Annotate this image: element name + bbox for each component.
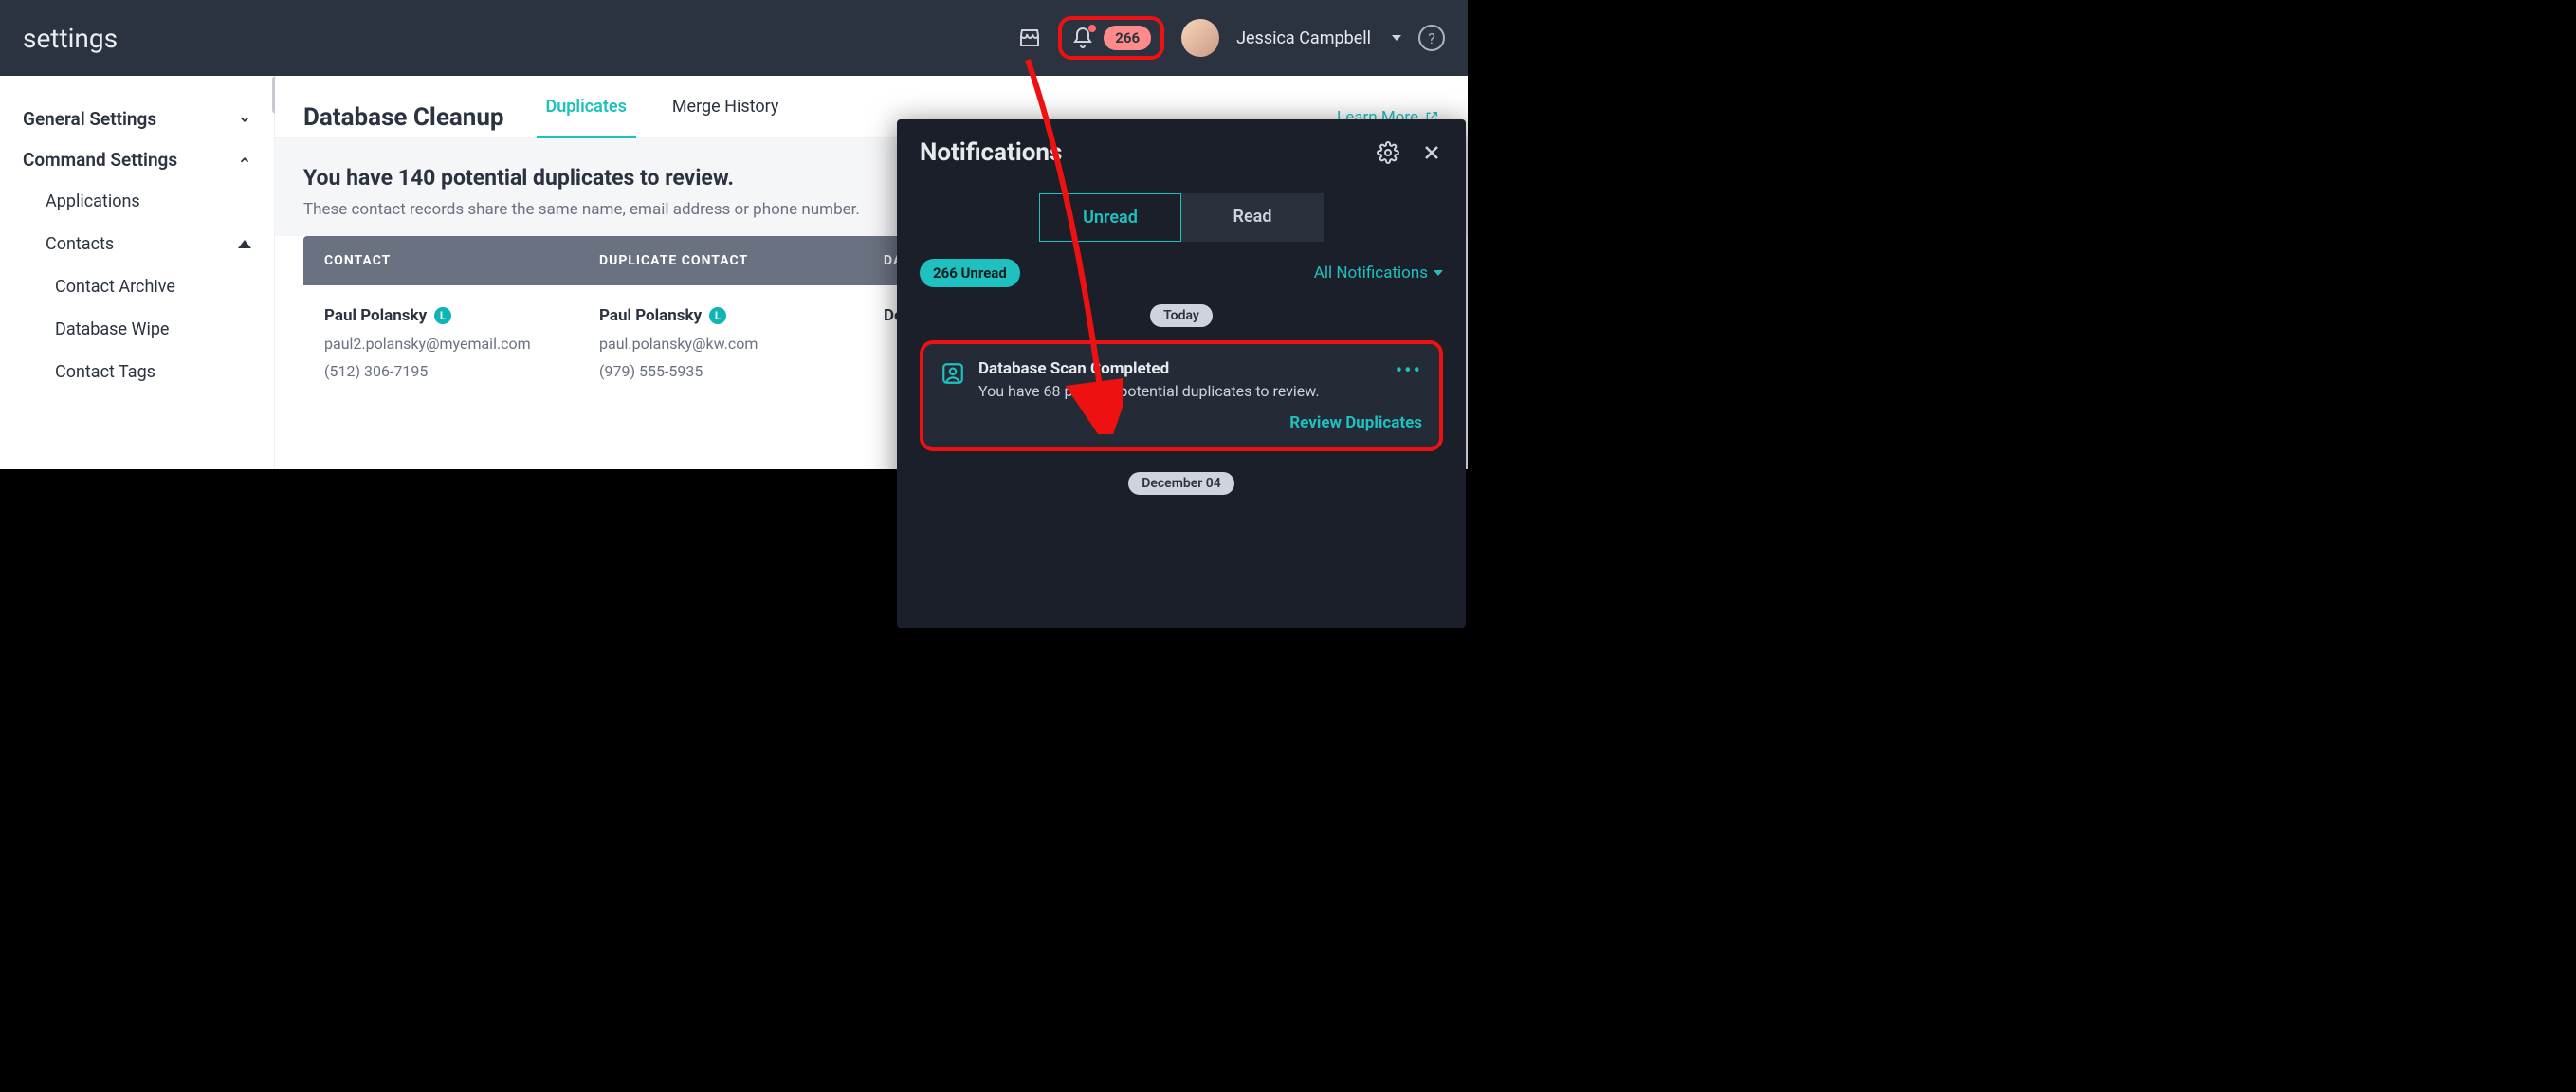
sidebar-group-label: General Settings <box>23 108 156 130</box>
sidebar-item-contacts[interactable]: Contacts <box>0 223 274 265</box>
chevron-down-icon <box>238 113 251 126</box>
all-notifications-dropdown[interactable]: All Notifications <box>1314 264 1443 282</box>
sidebar-item-label: Applications <box>46 191 140 211</box>
contact-name: Paul Polansky L <box>324 306 599 325</box>
sidebar-item-applications[interactable]: Applications <box>0 180 274 223</box>
sidebar-item-label: Contact Tags <box>55 362 155 382</box>
notification-subtitle: You have 68 pairs of potential duplicate… <box>978 382 1382 400</box>
sidebar-item-label: Database Wipe <box>55 319 169 339</box>
top-bar: settings 266 Jessica Campbell ? <box>0 0 1468 76</box>
th-contact: CONTACT <box>324 253 599 268</box>
sidebar-item-label: Contacts <box>46 234 114 254</box>
contact-email: paul2.polansky@myemail.com <box>324 335 599 353</box>
review-duplicates-link[interactable]: Review Duplicates <box>1289 413 1422 432</box>
caret-up-icon <box>238 240 251 248</box>
notifications-panel: Notifications Unread Read 266 Unread All… <box>897 119 1466 628</box>
notifications-button[interactable]: 266 <box>1058 16 1164 60</box>
page-header-title: settings <box>23 23 118 54</box>
tab-duplicates[interactable]: Duplicates <box>542 97 630 137</box>
user-name[interactable]: Jessica Campbell <box>1236 28 1371 48</box>
sidebar-group-command[interactable]: Command Settings <box>0 139 274 180</box>
avatar[interactable] <box>1181 19 1219 57</box>
sidebar-item-database-wipe[interactable]: Database Wipe <box>0 308 274 351</box>
duplicate-name: Paul Polansky L <box>599 306 884 325</box>
tab-unread[interactable]: Unread <box>1039 193 1181 242</box>
unread-count-pill: 266 Unread <box>920 259 1020 287</box>
sidebar: General Settings Command Settings Applic… <box>0 76 275 469</box>
notifications-title: Notifications <box>920 138 1062 167</box>
notification-card[interactable]: Database Scan Completed You have 68 pair… <box>920 340 1443 451</box>
contact-phone: (512) 306-7195 <box>324 362 599 380</box>
sidebar-item-label: Contact Archive <box>55 277 175 297</box>
chevron-down-icon[interactable] <box>1392 35 1401 41</box>
sidebar-group-general[interactable]: General Settings <box>0 99 274 139</box>
duplicate-phone: (979) 555-5935 <box>599 362 884 380</box>
tab-merge-history[interactable]: Merge History <box>668 97 783 137</box>
sidebar-item-contact-tags[interactable]: Contact Tags <box>0 351 274 393</box>
bell-icon <box>1071 27 1094 49</box>
duplicate-email: paul.polansky@kw.com <box>599 335 884 353</box>
gear-icon[interactable] <box>1377 141 1399 164</box>
contact-icon <box>941 361 965 386</box>
notification-tabs: Unread Read <box>920 193 1443 242</box>
close-icon[interactable] <box>1420 141 1443 164</box>
more-options-icon[interactable]: ••• <box>1396 359 1422 383</box>
day-separator-dec4: December 04 <box>1128 472 1234 495</box>
lead-badge-icon: L <box>709 307 726 324</box>
page-title: Database Cleanup <box>303 103 504 132</box>
sidebar-group-label: Command Settings <box>23 149 177 171</box>
notification-count-badge: 266 <box>1104 26 1151 50</box>
tab-read[interactable]: Read <box>1181 193 1324 242</box>
chevron-up-icon <box>238 154 251 167</box>
all-notifications-label: All Notifications <box>1314 264 1428 282</box>
sidebar-item-contact-archive[interactable]: Contact Archive <box>0 265 274 308</box>
caret-down-icon <box>1434 270 1443 276</box>
help-icon[interactable]: ? <box>1418 25 1445 51</box>
th-duplicate: DUPLICATE CONTACT <box>599 253 884 268</box>
day-separator-today: Today <box>1150 304 1213 327</box>
lead-badge-icon: L <box>434 307 451 324</box>
marketplace-icon[interactable] <box>1018 27 1041 49</box>
notification-title: Database Scan Completed <box>978 359 1382 378</box>
